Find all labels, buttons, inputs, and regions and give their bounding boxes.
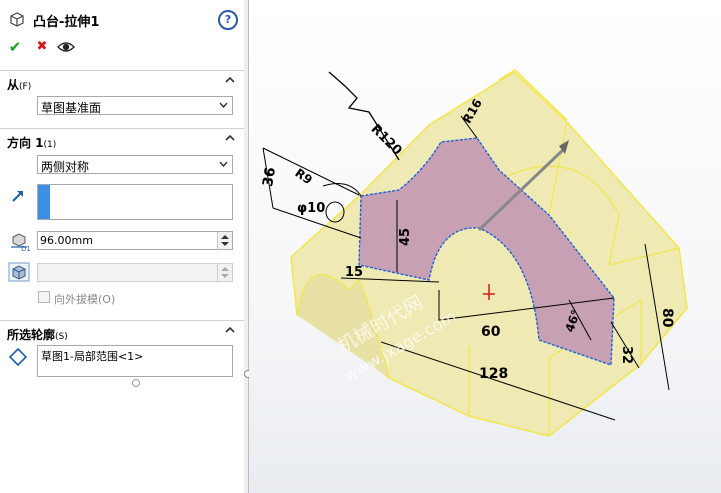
chevron-down-icon bbox=[219, 102, 228, 108]
start-condition-value: 草图基准面 bbox=[41, 101, 102, 115]
direction-section-label: 方向 1(1) bbox=[7, 134, 56, 151]
chevron-up-icon[interactable] bbox=[224, 74, 236, 86]
depth-value: 96.00mm bbox=[40, 234, 93, 247]
draft-angle-stepper[interactable] bbox=[217, 264, 232, 281]
cancel-button[interactable]: ✖ bbox=[33, 38, 51, 56]
contours-section-label: 所选轮廓(S) bbox=[7, 326, 68, 343]
draft-outward-label: 向外拔模(O) bbox=[54, 293, 116, 306]
ok-button[interactable]: ✔ bbox=[6, 38, 24, 56]
draft-toggle-icon[interactable] bbox=[8, 262, 30, 282]
depth-dimension-icon: D1 bbox=[11, 233, 31, 251]
direction-hotkey: (1) bbox=[43, 140, 57, 150]
contours-selection-list[interactable]: 草图1-局部范围<1> bbox=[37, 345, 233, 377]
chevron-up-icon[interactable] bbox=[224, 132, 236, 144]
contours-label-text: 所选轮廓 bbox=[7, 328, 56, 342]
from-label-text: 从 bbox=[7, 78, 20, 92]
contour-diamond-icon bbox=[9, 348, 27, 366]
contour-list-item[interactable]: 草图1-局部范围<1> bbox=[41, 348, 143, 364]
feature-title: 凸台-拉伸1 bbox=[33, 15, 100, 30]
from-section-label: 从(F) bbox=[7, 76, 31, 93]
from-section-header[interactable]: 从(F) bbox=[0, 70, 244, 93]
svg-text:D1: D1 bbox=[21, 245, 31, 251]
chevron-up-icon[interactable] bbox=[224, 324, 236, 336]
list-resize-handle[interactable] bbox=[132, 379, 140, 387]
dim-phi10[interactable]: φ10 bbox=[297, 201, 325, 216]
help-icon[interactable]: ? bbox=[218, 10, 238, 30]
selection-focus-bar bbox=[38, 185, 50, 219]
dim-80[interactable]: 80 bbox=[659, 308, 675, 328]
model-view: 36 R120 R16 R9 φ10 45 15 60 128 46° 32 8… bbox=[260, 69, 688, 437]
start-condition-select[interactable]: 草图基准面 bbox=[37, 96, 233, 115]
feature-title-row: 凸台-拉伸1 ? bbox=[0, 6, 244, 32]
direction-section-header[interactable]: 方向 1(1) bbox=[0, 128, 244, 151]
dim-15[interactable]: 15 bbox=[345, 265, 363, 280]
direction-label-text: 方向 1 bbox=[7, 136, 44, 150]
end-condition-value: 两侧对称 bbox=[41, 160, 90, 174]
depth-stepper[interactable] bbox=[217, 232, 232, 249]
direction-vector-selection[interactable] bbox=[37, 184, 233, 220]
graphics-area[interactable]: 36 R120 R16 R9 φ10 45 15 60 128 46° 32 8… bbox=[249, 0, 721, 493]
property-manager: 凸台-拉伸1 ? ✔ ✖ 从(F) 草图基准面 方向 1(1) 两侧对称 D1 bbox=[0, 0, 245, 493]
depth-input[interactable]: 96.00mm bbox=[37, 231, 233, 250]
reverse-direction-arrow-icon[interactable] bbox=[10, 188, 26, 204]
dim-r120[interactable]: R120 bbox=[368, 122, 405, 159]
dim-36[interactable]: 36 bbox=[260, 166, 279, 188]
chevron-down-icon bbox=[219, 161, 228, 167]
dim-r9[interactable]: R9 bbox=[292, 166, 314, 188]
preview-eye-icon[interactable] bbox=[57, 38, 75, 56]
draft-outward-checkbox[interactable] bbox=[38, 291, 50, 303]
dim-60[interactable]: 60 bbox=[481, 324, 501, 340]
dim-45[interactable]: 45 bbox=[398, 228, 413, 246]
draft-angle-input[interactable] bbox=[37, 263, 233, 282]
end-condition-select[interactable]: 两侧对称 bbox=[37, 155, 233, 174]
from-hotkey: (F) bbox=[19, 82, 32, 92]
contours-section-header[interactable]: 所选轮廓(S) bbox=[0, 320, 244, 343]
dim-128[interactable]: 128 bbox=[479, 366, 508, 382]
dim-32[interactable]: 32 bbox=[619, 346, 634, 364]
contours-hotkey: (S) bbox=[55, 332, 68, 342]
extrude-boss-icon bbox=[10, 12, 24, 27]
